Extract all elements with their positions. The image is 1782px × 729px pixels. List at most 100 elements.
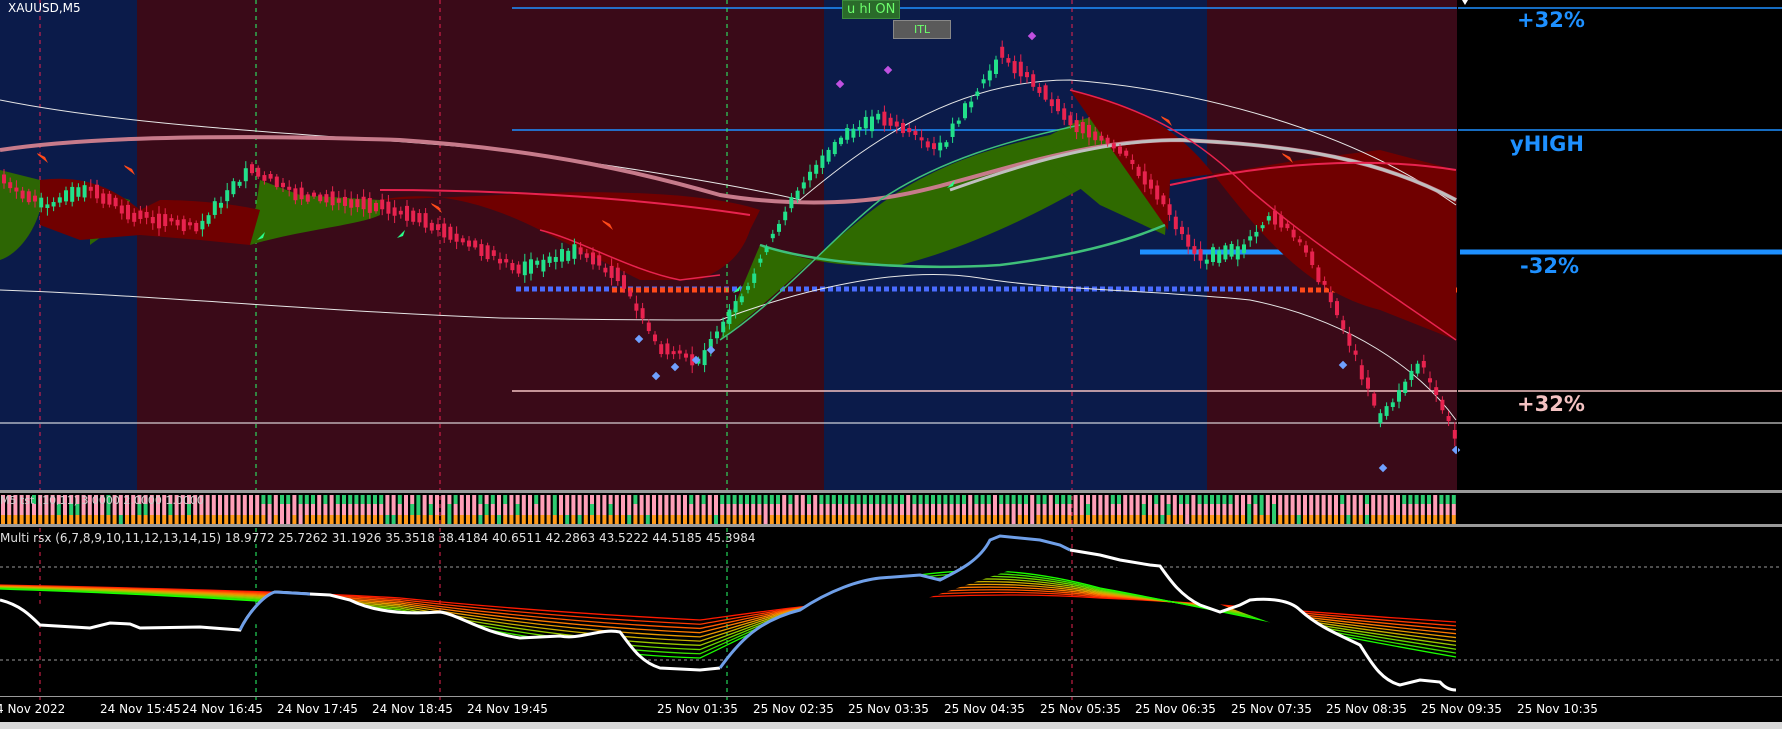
histogram-bar <box>280 495 284 504</box>
candle-body <box>1149 179 1153 189</box>
histogram-bar <box>1284 515 1289 524</box>
histogram-bar <box>137 515 142 524</box>
histogram-bar <box>776 504 780 515</box>
candle-body <box>888 117 893 126</box>
rsx-line <box>0 572 1457 655</box>
histogram-bar <box>1117 504 1121 515</box>
histogram-bar <box>838 515 842 524</box>
candle-body <box>832 141 837 155</box>
histogram-bar <box>1141 515 1146 524</box>
candle-body <box>1217 250 1222 263</box>
candle-body <box>529 259 533 274</box>
candle-body <box>987 70 992 81</box>
histogram-bar <box>794 495 799 504</box>
histogram-bar <box>354 504 359 515</box>
histogram-bar <box>1371 504 1376 515</box>
histogram-bar <box>441 515 446 524</box>
histogram-bar <box>695 495 700 504</box>
itl-badge[interactable]: ITL <box>893 20 951 39</box>
histogram-bar <box>1055 504 1059 515</box>
histogram-bar <box>1079 504 1084 515</box>
candle-body <box>287 186 292 190</box>
histogram-bar <box>893 504 898 515</box>
histogram-bar <box>577 515 582 524</box>
histogram-bar <box>273 495 278 504</box>
candle-body <box>870 116 874 132</box>
histogram-bar <box>1135 515 1140 524</box>
histogram-bar <box>521 515 526 524</box>
candle-body <box>33 195 37 202</box>
histogram-bar <box>1172 504 1177 515</box>
histogram-bar <box>1104 495 1109 504</box>
histogram-bar <box>428 495 433 504</box>
histogram-bar <box>676 495 681 504</box>
histogram-bar <box>106 515 111 524</box>
histogram-bar <box>478 515 483 524</box>
histogram-bar <box>205 504 210 515</box>
histogram-bar <box>999 495 1004 504</box>
histogram-bar <box>1141 504 1146 515</box>
level-label-yhigh: yHIGH <box>1510 132 1584 156</box>
histogram-bar <box>577 504 582 515</box>
histogram-bar <box>1098 504 1103 515</box>
histogram-bar <box>422 515 427 524</box>
candle-body <box>622 275 626 289</box>
candle-body <box>522 261 527 276</box>
histogram-bar <box>1414 515 1419 524</box>
histogram-bar <box>342 495 346 504</box>
histogram-bar <box>1036 504 1041 515</box>
histogram-bar <box>881 495 886 504</box>
candle-body <box>82 185 87 198</box>
histogram-bar <box>466 504 470 515</box>
histogram-bar <box>348 504 353 515</box>
histogram-bar <box>13 515 18 524</box>
histogram-bar <box>484 515 489 524</box>
candle-body <box>560 249 564 262</box>
time-axis-label: 25 Nov 04:35 <box>944 702 1025 716</box>
histogram-bar <box>819 504 824 515</box>
histogram-bar <box>249 504 253 515</box>
hl-on-badge[interactable]: u hl ON <box>842 0 901 19</box>
histogram-bar <box>1352 495 1357 504</box>
indicator-window-2[interactable] <box>0 534 1782 692</box>
candle-body <box>460 238 465 243</box>
histogram-bar <box>645 495 650 504</box>
histogram-bar <box>1414 495 1419 504</box>
histogram-bar <box>373 515 377 524</box>
histogram-bar <box>435 504 439 515</box>
histogram-bar <box>1228 504 1233 515</box>
candle-body <box>659 344 664 355</box>
histogram-bar <box>1278 495 1283 504</box>
candle-body <box>101 193 106 204</box>
histogram-bar <box>751 504 756 515</box>
histogram-bar <box>255 504 260 515</box>
histogram-bar <box>441 504 446 515</box>
histogram-bar <box>757 495 762 504</box>
histogram-bar <box>1296 495 1301 504</box>
histogram-bar <box>763 515 768 524</box>
histogram-bar <box>788 495 793 504</box>
histogram-bar <box>1061 515 1066 524</box>
histogram-bar <box>329 495 334 504</box>
histogram-bar <box>1371 495 1376 504</box>
histogram-bar <box>1030 495 1035 504</box>
histogram-bar <box>856 495 861 504</box>
time-axis-label: 25 Nov 09:35 <box>1421 702 1502 716</box>
price-chart[interactable] <box>0 0 1782 729</box>
chart-tabs-strip[interactable] <box>0 722 1782 729</box>
histogram-bar <box>1092 495 1097 504</box>
candle-body <box>429 222 434 231</box>
candle-body <box>851 128 856 138</box>
histogram-bar <box>1123 504 1128 515</box>
indicator-window-1[interactable] <box>0 490 1782 527</box>
candle-body <box>1428 378 1432 383</box>
histogram-bar <box>645 515 650 524</box>
candle-body <box>274 176 279 188</box>
histogram-bar <box>776 515 780 524</box>
histogram-bar <box>639 495 644 504</box>
histogram-bar <box>720 495 725 504</box>
histogram-bar <box>1439 495 1444 504</box>
candle-body <box>789 197 794 209</box>
histogram-bar <box>311 515 315 524</box>
candle-body <box>1031 74 1036 87</box>
